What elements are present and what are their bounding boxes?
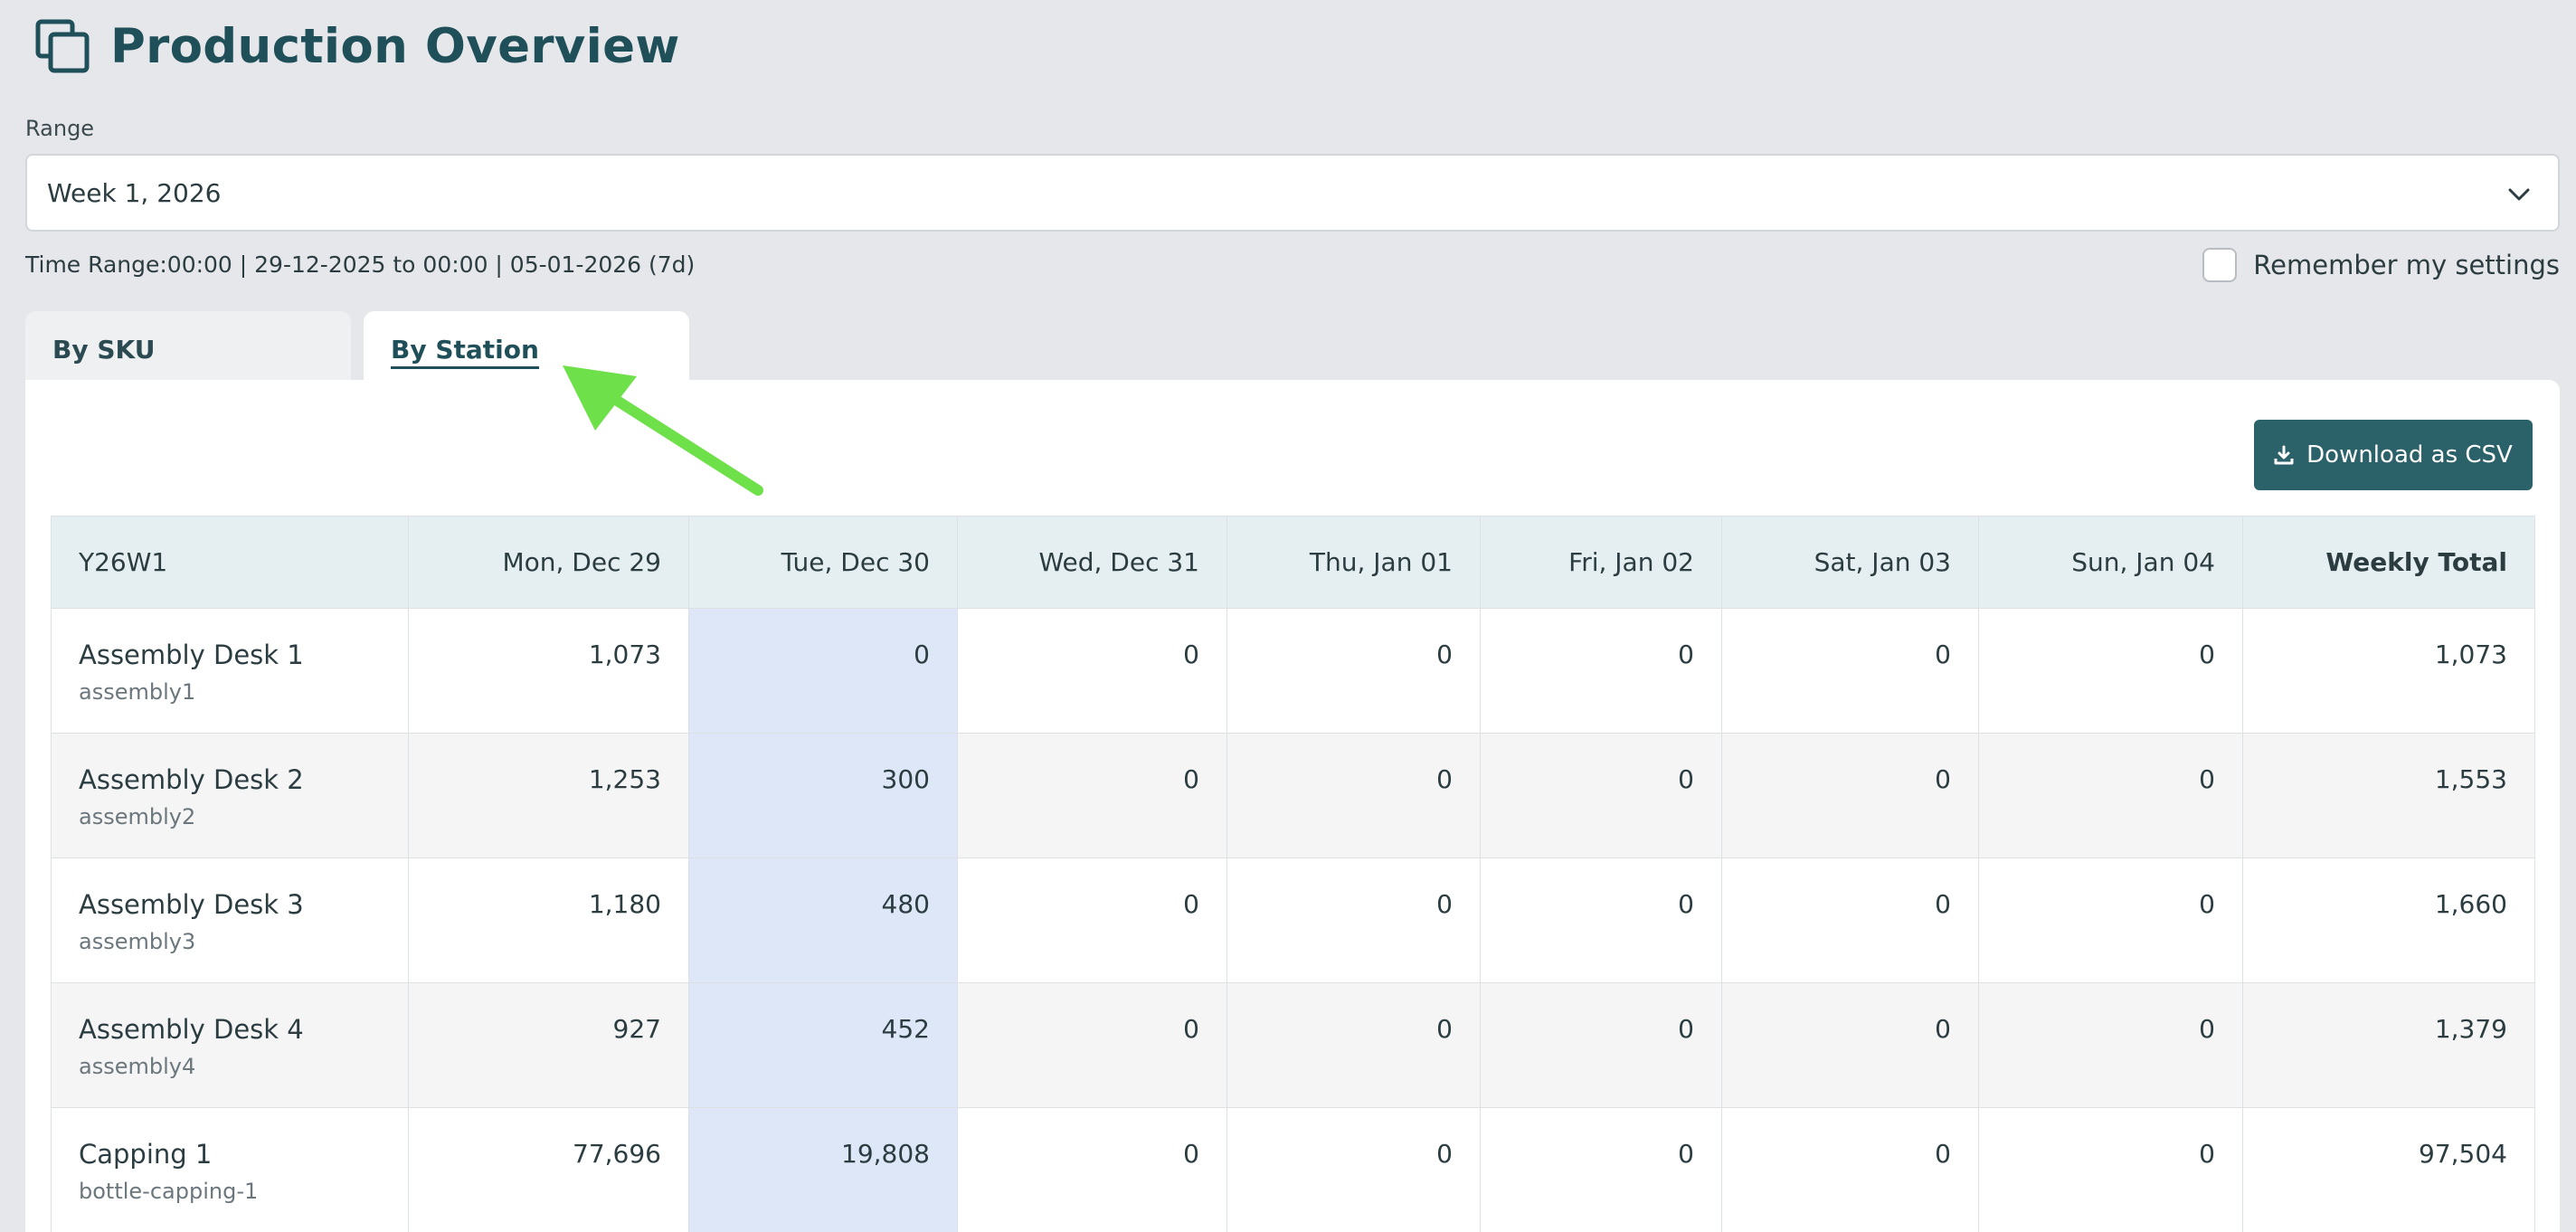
table-cell: 0 — [1978, 982, 2243, 1108]
table-cell: 0 — [1226, 608, 1481, 734]
table-cell: 0 — [1226, 733, 1481, 858]
table-cell: 0 — [957, 982, 1227, 1108]
table-cell: 0 — [1480, 608, 1722, 734]
table-cell: 0 — [957, 608, 1227, 734]
table-cell: 0 — [1721, 1107, 1979, 1232]
range-select[interactable]: Week 1, 2026 — [25, 154, 2560, 232]
table-cell: 0 — [1226, 982, 1481, 1108]
table-cell: 0 — [1721, 982, 1979, 1108]
column-header-sun: Sun, Jan 04 — [1978, 516, 2243, 609]
table-cell: 0 — [1721, 733, 1979, 858]
table-cell: 0 — [1480, 858, 1722, 983]
station-code: assembly1 — [79, 679, 196, 705]
table-cell: 0 — [1978, 858, 2243, 983]
remember-settings[interactable]: Remember my settings — [2202, 248, 2560, 282]
station-cell: Assembly Desk 4 assembly4 — [51, 982, 409, 1108]
table-cell: 0 — [688, 608, 958, 734]
table-cell: 927 — [408, 982, 689, 1108]
range-select-value: Week 1, 2026 — [47, 177, 222, 208]
column-header-wed: Wed, Dec 31 — [957, 516, 1227, 609]
table-header-row: Y26W1 Mon, Dec 29 Tue, Dec 30 Wed, Dec 3… — [51, 516, 2535, 609]
station-code: assembly3 — [79, 929, 196, 954]
table-cell: 452 — [688, 982, 958, 1108]
station-table: Y26W1 Mon, Dec 29 Tue, Dec 30 Wed, Dec 3… — [51, 516, 2535, 1232]
station-code: bottle-capping-1 — [79, 1179, 259, 1204]
table-row: Capping 1 bottle-capping-1 77,696 19,808… — [51, 1107, 2535, 1232]
column-header-fri: Fri, Jan 02 — [1480, 516, 1722, 609]
station-name: Assembly Desk 4 — [79, 1014, 304, 1045]
table-cell-total: 1,073 — [2242, 608, 2535, 734]
table-cell: 77,696 — [408, 1107, 689, 1232]
column-header-tue: Tue, Dec 30 — [688, 516, 958, 609]
table-cell: 0 — [1721, 858, 1979, 983]
column-header-weekly-total: Weekly Total — [2242, 516, 2535, 609]
station-cell: Assembly Desk 3 assembly3 — [51, 858, 409, 983]
table-cell: 0 — [1480, 982, 1722, 1108]
table-cell: 1,073 — [408, 608, 689, 734]
station-cell: Capping 1 bottle-capping-1 — [51, 1107, 409, 1232]
annotation-arrow-icon — [563, 365, 763, 496]
remember-settings-checkbox[interactable] — [2202, 248, 2238, 282]
table-cell: 1,253 — [408, 733, 689, 858]
page-header: Production Overview — [34, 14, 680, 78]
table-cell: 300 — [688, 733, 958, 858]
table-cell: 0 — [1226, 858, 1481, 983]
table-cell: 1,180 — [408, 858, 689, 983]
page-title: Production Overview — [110, 18, 680, 74]
table-cell: 19,808 — [688, 1107, 958, 1232]
table-cell: 0 — [1978, 733, 2243, 858]
tab-by-sku-label: By SKU — [52, 335, 156, 365]
station-code: assembly2 — [79, 804, 196, 829]
page: Production Overview Range Week 1, 2026 T… — [0, 0, 2576, 1232]
range-label: Range — [25, 116, 95, 141]
table-cell: 0 — [957, 858, 1227, 983]
station-name: Assembly Desk 3 — [79, 889, 304, 920]
table-cell: 480 — [688, 858, 958, 983]
table-cell-total: 1,379 — [2242, 982, 2535, 1108]
table-row: Assembly Desk 3 assembly3 1,180 480 0 0 … — [51, 858, 2535, 983]
tab-by-station-label: By Station — [391, 335, 539, 369]
table-cell-total: 1,660 — [2242, 858, 2535, 983]
column-header-week: Y26W1 — [51, 516, 409, 609]
station-code: assembly4 — [79, 1054, 196, 1079]
table-cell: 0 — [1978, 608, 2243, 734]
copy-icon — [35, 19, 90, 73]
station-cell: Assembly Desk 1 assembly1 — [51, 608, 409, 734]
table-cell: 0 — [957, 733, 1227, 858]
table-cell: 0 — [1480, 733, 1722, 858]
table-cell: 0 — [957, 1107, 1227, 1232]
table-cell: 0 — [1226, 1107, 1481, 1232]
remember-settings-label: Remember my settings — [2253, 250, 2560, 280]
download-csv-button[interactable]: Download as CSV — [2254, 420, 2533, 490]
tab-by-sku[interactable]: By SKU — [25, 311, 351, 380]
download-icon — [2274, 445, 2294, 465]
table-cell: 0 — [1721, 608, 1979, 734]
table-cell-total: 97,504 — [2242, 1107, 2535, 1232]
table-row: Assembly Desk 4 assembly4 927 452 0 0 0 … — [51, 982, 2535, 1108]
table-row: Assembly Desk 1 assembly1 1,073 0 0 0 0 … — [51, 608, 2535, 734]
time-range-text: Time Range:00:00 | 29-12-2025 to 00:00 |… — [25, 251, 696, 278]
column-header-thu: Thu, Jan 01 — [1226, 516, 1481, 609]
station-name: Assembly Desk 2 — [79, 764, 304, 795]
table-cell-total: 1,553 — [2242, 733, 2535, 858]
column-header-sat: Sat, Jan 03 — [1721, 516, 1979, 609]
column-header-mon: Mon, Dec 29 — [408, 516, 689, 609]
station-name: Assembly Desk 1 — [79, 640, 304, 670]
table-cell: 0 — [1480, 1107, 1722, 1232]
table-row: Assembly Desk 2 assembly2 1,253 300 0 0 … — [51, 733, 2535, 858]
table-cell: 0 — [1978, 1107, 2243, 1232]
station-name: Capping 1 — [79, 1139, 213, 1170]
tab-panel: Download as CSV Y26W1 Mon, Dec 29 Tue, D… — [25, 380, 2560, 1232]
station-cell: Assembly Desk 2 assembly2 — [51, 733, 409, 858]
chevron-down-icon — [2508, 188, 2530, 201]
download-csv-label: Download as CSV — [2306, 441, 2513, 469]
